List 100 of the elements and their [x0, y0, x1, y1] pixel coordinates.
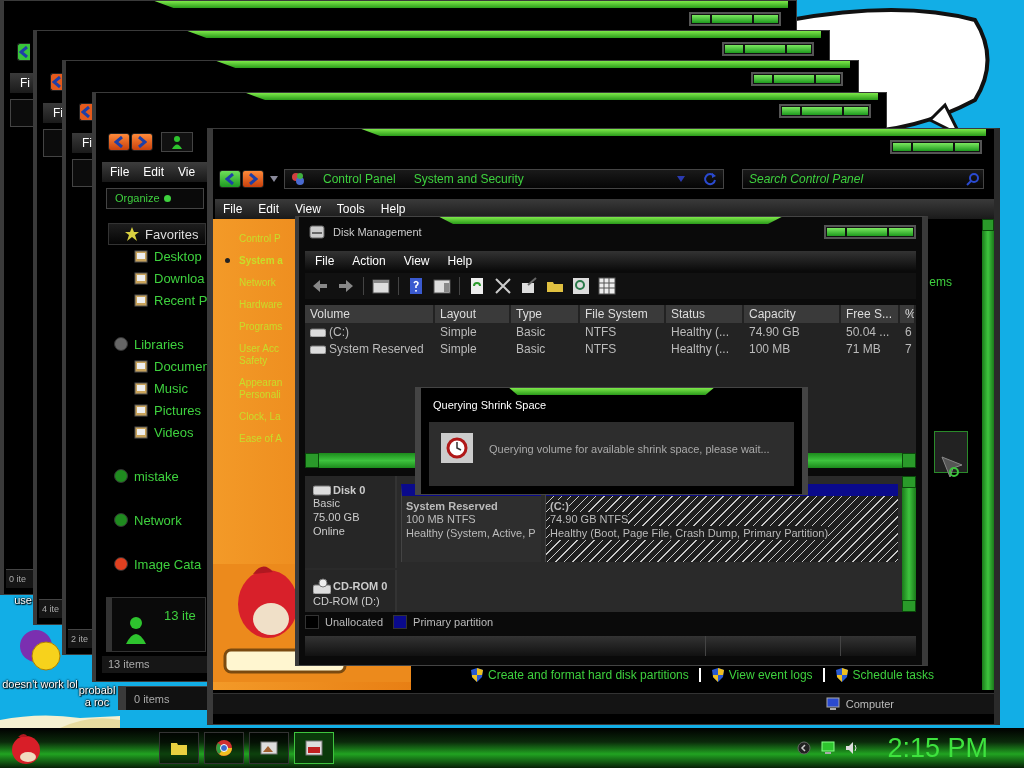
forward-arrow-icon[interactable]: [337, 277, 355, 295]
panel-icon[interactable]: [433, 277, 451, 295]
panel-icon[interactable]: [372, 277, 390, 295]
chevron-icon[interactable]: [797, 741, 812, 755]
disk-info: 75.00 GB: [313, 510, 361, 524]
nav-item[interactable]: Documen: [108, 355, 210, 378]
back-button[interactable]: [108, 132, 130, 151]
star-icon: [125, 227, 139, 242]
back-arrow-icon[interactable]: [311, 277, 329, 295]
help-icon[interactable]: [407, 277, 425, 295]
clock[interactable]: 2:15 PM: [887, 732, 988, 764]
maximize-button[interactable]: [912, 142, 954, 152]
minimize-button[interactable]: [781, 106, 801, 116]
taskbar-button[interactable]: [159, 732, 199, 764]
magnifier-icon[interactable]: [572, 277, 590, 295]
table-cell: 74.90 GB: [749, 324, 800, 339]
column-header[interactable]: Capacity: [744, 305, 841, 323]
nav-item[interactable]: Image Cata: [108, 553, 202, 576]
close-button[interactable]: [815, 74, 841, 84]
minimize-button[interactable]: [826, 227, 846, 237]
task-link[interactable]: Schedule tasks: [852, 668, 934, 682]
clock-icon: [441, 433, 473, 463]
menu-item[interactable]: Help: [437, 254, 481, 268]
column-header[interactable]: Status: [666, 305, 744, 323]
menu-item[interactable]: Edit: [250, 202, 288, 216]
nav-item[interactable]: mistake: [108, 465, 179, 488]
nav-item[interactable]: Videos: [108, 421, 194, 444]
minimize-button[interactable]: [691, 14, 711, 24]
task-link[interactable]: View event logs: [728, 668, 813, 682]
breadcrumb[interactable]: System and Security: [413, 172, 524, 186]
maximize-button[interactable]: [744, 44, 786, 54]
caret-icon[interactable]: [270, 176, 278, 182]
column-header[interactable]: Type: [511, 305, 580, 323]
menu-item[interactable]: Help: [372, 202, 414, 216]
folder-icon: [134, 293, 148, 308]
properties-icon[interactable]: [520, 277, 538, 295]
menu-item[interactable]: Fi: [82, 136, 92, 150]
menu-item[interactable]: File: [104, 164, 138, 179]
menu-item[interactable]: Fi: [53, 106, 63, 120]
menu-item[interactable]: File: [215, 202, 251, 216]
menu-item[interactable]: View: [393, 254, 438, 268]
column-header[interactable]: Free S...: [841, 305, 900, 323]
minimize-button[interactable]: [724, 44, 744, 54]
messenger-icon[interactable]: [18, 628, 62, 672]
column-header[interactable]: Volume: [305, 305, 435, 323]
menu-item[interactable]: Vie: [172, 164, 204, 179]
minimize-button[interactable]: [892, 142, 912, 152]
nav-item[interactable]: Network: [108, 509, 182, 532]
back-button[interactable]: [17, 43, 30, 61]
disk-info: Online: [313, 524, 346, 538]
column-header[interactable]: File System: [580, 305, 666, 323]
menu-item[interactable]: File: [305, 254, 343, 268]
monitor-icon[interactable]: [821, 741, 836, 755]
taskbar-button[interactable]: [204, 732, 244, 764]
forward-button[interactable]: [131, 132, 153, 151]
nav-item[interactable]: Recent P: [108, 289, 208, 312]
menu-item[interactable]: Tools: [328, 202, 373, 216]
refresh-icon[interactable]: [468, 277, 486, 295]
organize-button[interactable]: Organize: [106, 187, 204, 210]
delete-icon[interactable]: [494, 277, 512, 295]
vertical-scrollbar[interactable]: [982, 219, 994, 690]
vertical-scrollbar[interactable]: [902, 476, 916, 612]
forward-button[interactable]: [242, 170, 264, 188]
column-header[interactable]: Layout: [435, 305, 511, 323]
back-button[interactable]: [79, 103, 92, 121]
address-bar[interactable]: Control Panel System and Security: [284, 169, 724, 189]
task-link[interactable]: Create and format hard disk partitions: [488, 668, 689, 682]
taskbar-button[interactable]: [249, 732, 289, 764]
speaker-icon[interactable]: [845, 741, 860, 755]
close-button[interactable]: [786, 44, 812, 54]
breadcrumb[interactable]: Control Panel: [323, 172, 396, 186]
maximize-button[interactable]: [773, 74, 815, 84]
close-button[interactable]: [753, 14, 779, 24]
shield-icon: [834, 668, 849, 682]
close-button[interactable]: [843, 106, 869, 116]
taskbar-button[interactable]: [294, 732, 334, 764]
folder-icon: [134, 359, 148, 374]
nav-item[interactable]: Desktop: [108, 245, 202, 268]
nav-item[interactable]: Libraries: [108, 333, 184, 356]
menu-item[interactable]: Edit: [137, 164, 173, 179]
menu-item[interactable]: Fi: [20, 76, 30, 90]
grid-icon[interactable]: [598, 277, 616, 295]
close-button[interactable]: [954, 142, 980, 152]
link-text[interactable]: ems: [929, 275, 952, 289]
maximize-button[interactable]: [711, 14, 753, 24]
search-field[interactable]: Search Control Panel: [742, 169, 984, 189]
menu-item[interactable]: View: [287, 202, 329, 216]
close-button[interactable]: [888, 227, 914, 237]
minimize-button[interactable]: [753, 74, 773, 84]
maximize-button[interactable]: [801, 106, 843, 116]
nav-item[interactable]: Music: [108, 377, 188, 400]
item-count: 4 ite: [42, 604, 59, 614]
nav-item[interactable]: Downloa: [108, 267, 205, 290]
maximize-button[interactable]: [846, 227, 888, 237]
address-bar[interactable]: [161, 131, 193, 152]
menu-item[interactable]: Action: [342, 254, 394, 268]
search-icon[interactable]: [966, 172, 980, 186]
back-button[interactable]: [219, 170, 241, 188]
nav-item[interactable]: Pictures: [108, 399, 201, 422]
table-cell: Basic: [516, 324, 546, 339]
